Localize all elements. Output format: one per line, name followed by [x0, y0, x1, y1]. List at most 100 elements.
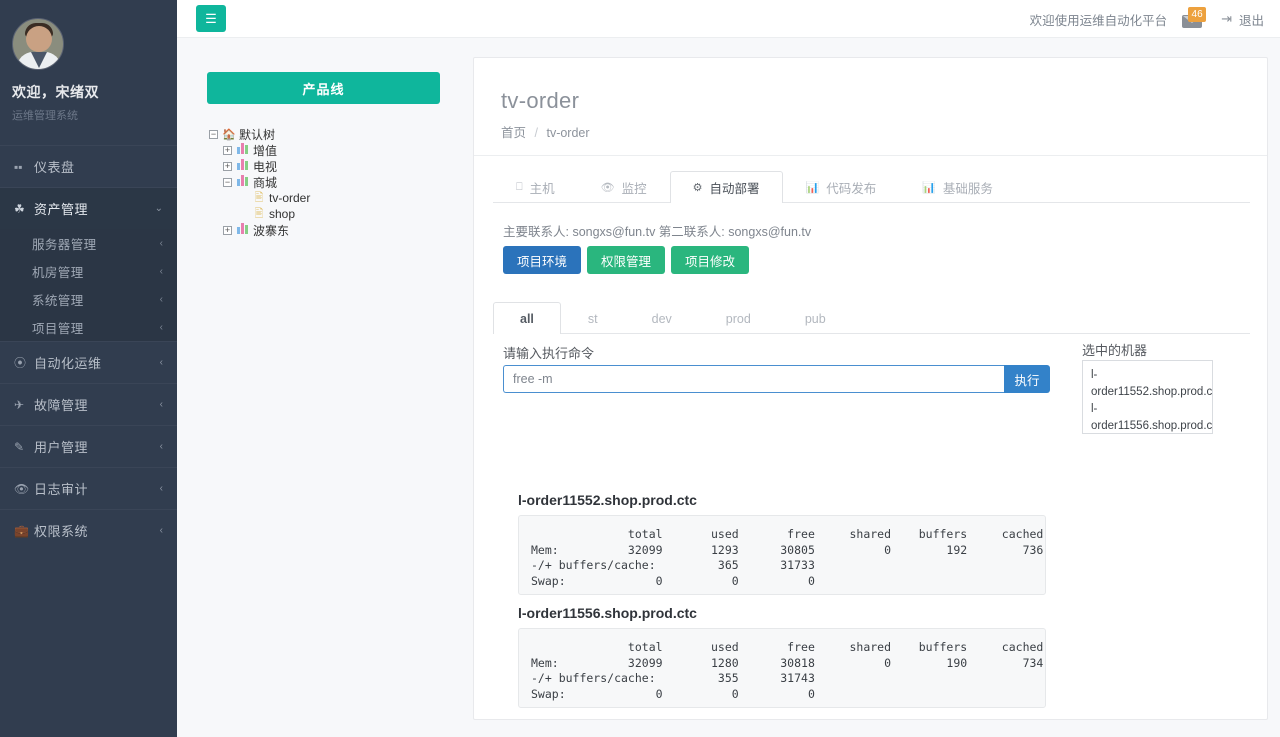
bars-icon — [236, 143, 250, 157]
project-env-button[interactable]: 项目环境 — [503, 246, 582, 274]
breadcrumb: 首页 / tv-order — [501, 122, 590, 141]
sidebar-item-label: 仪表盘 — [34, 160, 75, 175]
tree-node-label[interactable]: 增值 — [253, 142, 277, 159]
tree-node-shop[interactable]: 🖹 shop — [209, 206, 310, 222]
breadcrumb-home[interactable]: 首页 — [501, 126, 526, 140]
sidebar-item-label: 资产管理 — [34, 202, 89, 217]
tree-node-label[interactable]: 电视 — [253, 158, 277, 175]
desktop-icon: ⎕ — [516, 181, 523, 193]
command-input[interactable] — [503, 365, 1004, 393]
bars-icon — [236, 159, 250, 173]
chevron-left-icon: ‹ — [159, 321, 163, 333]
message-count-badge: 46 — [1188, 7, 1207, 22]
sidebar: 欢迎，宋绪双 运维管理系统 ▪▪ 仪表盘 ☘ 资产管理 ⌄ 服务器管理 ‹ 机房… — [0, 0, 177, 737]
selected-machine-item: l-order11552.shop.prod.ctc — [1091, 369, 1213, 398]
sidebar-item-dashboard[interactable]: ▪▪ 仪表盘 — [0, 145, 177, 187]
bars-icon — [236, 223, 250, 237]
chevron-left-icon: ‹ — [159, 483, 163, 494]
selected-machines-box[interactable]: l-order11552.shop.prod.ctc l-order11556.… — [1082, 360, 1213, 434]
welcome-subtitle: 运维管理系统 — [12, 110, 78, 122]
subtab-pub[interactable]: pub — [778, 302, 853, 334]
execute-button[interactable]: 执行 — [1004, 365, 1050, 393]
sidebar-item-automation-ops[interactable]: ⦿ 自动化运维 ‹ — [0, 341, 177, 383]
topbar: ☰ 欢迎使用运维自动化平台 46 ⇥ 退出 — [177, 0, 1280, 38]
hamburger-icon[interactable]: ☰ — [196, 5, 226, 32]
result-host-title: l-order11552.shop.prod.ctc — [518, 492, 697, 508]
sidebar-item-label: 用户管理 — [34, 440, 89, 455]
chevron-left-icon: ‹ — [159, 399, 163, 410]
sidebar-item-user-management[interactable]: ✎ 用户管理 ‹ — [0, 425, 177, 467]
main-tabs: ⎕ 主机 👁 监控 ⚙ 自动部署 📊 代码发布 📊 基础服务 — [493, 171, 1250, 203]
selected-machines-label: 选中的机器 — [1082, 343, 1148, 358]
result-output: total used free shared buffers cached Me… — [518, 628, 1046, 708]
result-output: total used free shared buffers cached Me… — [518, 515, 1046, 595]
product-line-button[interactable]: 产品线 — [207, 72, 440, 104]
dashboard-icon: ▪▪ — [14, 159, 23, 174]
subtab-prod[interactable]: prod — [699, 302, 778, 334]
sign-out-icon: ⇥ — [1221, 11, 1232, 26]
chevron-down-icon: ⌄ — [154, 203, 163, 214]
chevron-left-icon: ‹ — [159, 265, 163, 277]
chart-bar-icon: 📊 — [805, 182, 820, 194]
tree-node-label[interactable]: shop — [269, 207, 295, 221]
sidebar-item-fault-management[interactable]: ✈ 故障管理 ‹ — [0, 383, 177, 425]
tab-monitor[interactable]: 👁 监控 — [578, 171, 670, 203]
sidebar-subitem-label: 机房管理 — [32, 265, 84, 280]
welcome-greeting: 欢迎，宋绪双 — [12, 84, 99, 100]
profile-block: 欢迎，宋绪双 运维管理系统 — [0, 0, 177, 145]
asset-icon: ☘ — [14, 201, 25, 216]
topbar-right-group: 欢迎使用运维自动化平台 46 ⇥ 退出 — [1030, 0, 1264, 38]
sidebar-item-project-management[interactable]: 项目管理 ‹ — [0, 313, 177, 341]
tree-node-bozhaidong[interactable]: + 波寨东 — [209, 222, 310, 238]
tree-node-label[interactable]: 默认树 — [239, 126, 275, 143]
tab-label: 代码发布 — [826, 182, 877, 196]
sidebar-subitem-label: 服务器管理 — [32, 237, 97, 252]
tree-toggle-icon[interactable]: − — [223, 177, 232, 187]
subtab-st[interactable]: st — [561, 302, 625, 334]
tree-toggle-icon[interactable]: + — [223, 225, 232, 235]
cogs-icon: ⚙ — [692, 182, 703, 194]
subtab-all[interactable]: all — [493, 302, 561, 334]
sidebar-item-idc-management[interactable]: 机房管理 ‹ — [0, 257, 177, 285]
product-tree: − 🏠 默认树 + 增值 + 电视 − 商城 🖹 tv-order 🖹 shop — [209, 126, 310, 238]
chart-bar-icon: 📊 — [922, 182, 936, 194]
tab-label: 主机 — [529, 182, 555, 196]
sidebar-item-server-management[interactable]: 服务器管理 ‹ — [0, 229, 177, 257]
permission-manage-button[interactable]: 权限管理 — [587, 246, 666, 274]
chevron-left-icon: ‹ — [159, 441, 163, 452]
subtab-dev[interactable]: dev — [625, 302, 699, 334]
sidebar-item-label: 日志审计 — [34, 482, 89, 497]
tab-basic-service[interactable]: 📊 基础服务 — [899, 171, 1016, 203]
command-label: 请输入执行命令 — [503, 346, 595, 361]
tab-host[interactable]: ⎕ 主机 — [493, 171, 578, 203]
chevron-left-icon: ‹ — [159, 293, 163, 305]
tree-node-zengzhi[interactable]: + 增值 — [209, 142, 310, 158]
sidebar-item-log-audit[interactable]: 👁 日志审计 ‹ — [0, 467, 177, 509]
home-icon: 🏠 — [222, 128, 236, 141]
message-button[interactable]: 46 — [1181, 7, 1207, 31]
tab-label: 监控 — [621, 182, 647, 196]
tree-node-label[interactable]: 波寨东 — [253, 222, 289, 239]
tree-node-root[interactable]: − 🏠 默认树 — [209, 126, 310, 142]
sidebar-item-system-management[interactable]: 系统管理 ‹ — [0, 285, 177, 313]
sidebar-item-asset-management[interactable]: ☘ 资产管理 ⌄ — [0, 187, 177, 229]
avatar[interactable] — [12, 18, 64, 70]
logout-button[interactable]: ⇥ 退出 — [1221, 10, 1264, 29]
chevron-left-icon: ‹ — [159, 525, 163, 536]
tab-code-release[interactable]: 📊 代码发布 — [783, 171, 900, 203]
tree-toggle-icon[interactable]: + — [223, 145, 232, 155]
user-edit-icon: ✎ — [14, 439, 25, 454]
tree-node-label[interactable]: tv-order — [269, 191, 310, 205]
automation-icon: ⦿ — [14, 356, 27, 370]
project-modify-button[interactable]: 项目修改 — [671, 246, 750, 274]
tab-auto-deploy[interactable]: ⚙ 自动部署 — [669, 171, 783, 203]
eye-icon: 👁 — [14, 481, 30, 496]
sidebar-item-permission-system[interactable]: 💼 权限系统 ‹ — [0, 509, 177, 551]
result-host-title: l-order11556.shop.prod.ctc — [518, 605, 697, 621]
tab-label: 基础服务 — [942, 182, 993, 196]
sidebar-subitem-label: 系统管理 — [32, 293, 84, 308]
tree-node-dianshi[interactable]: + 电视 — [209, 158, 310, 174]
tree-toggle-icon[interactable]: − — [209, 129, 218, 139]
tree-panel: 产品线 − 🏠 默认树 + 增值 + 电视 − 商城 🖹 tv-order 🖹 — [177, 38, 467, 737]
tree-toggle-icon[interactable]: + — [223, 161, 232, 171]
